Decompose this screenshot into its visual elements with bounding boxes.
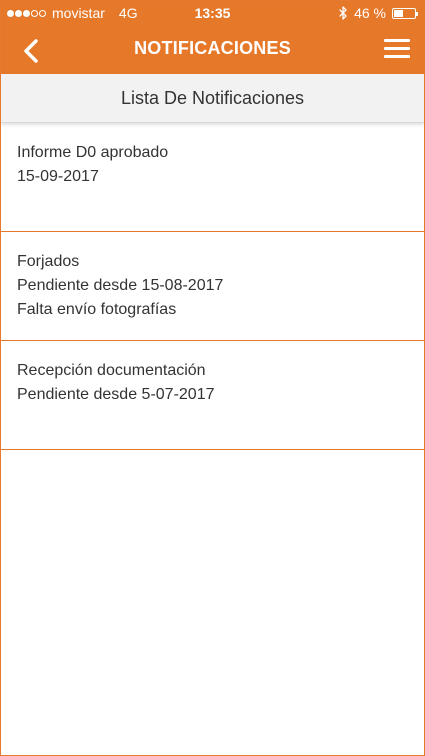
hamburger-menu-icon bbox=[384, 39, 410, 58]
notification-title: Recepción documentación bbox=[17, 362, 206, 379]
app-frame: movistar 4G 13:35 46 % NOTIFICACIONES Li… bbox=[0, 0, 425, 756]
nav-bar: NOTIFICACIONES bbox=[1, 25, 424, 74]
battery-percent: 46 % bbox=[354, 5, 386, 21]
battery-icon bbox=[392, 7, 418, 19]
notification-list: Informe D0 aprobado 15-09-2017 Forjados … bbox=[1, 123, 424, 450]
notification-detail: Pendiente desde 15-08-2017 bbox=[17, 277, 224, 294]
notification-item[interactable]: Recepción documentación Pendiente desde … bbox=[1, 341, 424, 450]
section-title: Lista De Notificaciones bbox=[1, 74, 424, 123]
status-right: 46 % bbox=[339, 5, 418, 21]
notification-title: Forjados bbox=[17, 253, 80, 270]
notification-item[interactable]: Forjados Pendiente desde 15-08-2017 Falt… bbox=[1, 232, 424, 341]
page-title: NOTIFICACIONES bbox=[134, 38, 291, 58]
notification-detail: Pendiente desde 5-07-2017 bbox=[17, 386, 215, 403]
notification-title: Informe D0 aprobado bbox=[17, 144, 169, 161]
notification-detail: 15-09-2017 bbox=[17, 168, 99, 185]
bluetooth-icon bbox=[339, 6, 347, 20]
menu-button[interactable] bbox=[384, 39, 410, 61]
menu-line bbox=[384, 39, 410, 42]
notification-detail: Falta envío fotografías bbox=[17, 301, 177, 318]
menu-line bbox=[384, 47, 410, 50]
notification-item[interactable]: Informe D0 aprobado 15-09-2017 bbox=[1, 123, 424, 232]
menu-line bbox=[384, 55, 410, 58]
battery-fill bbox=[394, 9, 404, 17]
status-bar: movistar 4G 13:35 46 % bbox=[1, 1, 424, 25]
top-bar: movistar 4G 13:35 46 % NOTIFICACIONES bbox=[1, 1, 424, 74]
